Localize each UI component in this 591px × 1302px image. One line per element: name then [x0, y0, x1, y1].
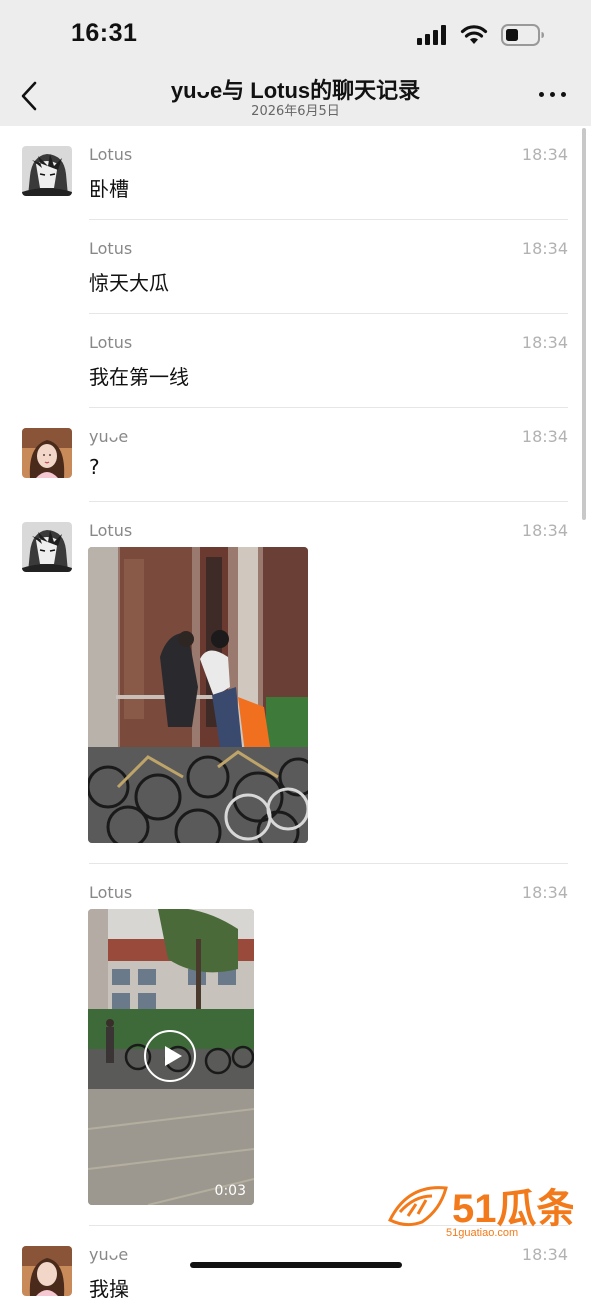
status-bar: 16:31 [0, 0, 591, 64]
message-sender: yuᴗe [89, 427, 129, 446]
more-options-icon[interactable] [539, 89, 567, 101]
wifi-icon [460, 25, 488, 44]
avatar-lotus[interactable] [22, 522, 72, 572]
message-time: 18:34 [521, 521, 568, 540]
message-sender: Lotus [89, 883, 133, 902]
battery-icon [501, 24, 544, 46]
divider [89, 501, 568, 502]
divider [89, 407, 568, 408]
message-time: 18:34 [521, 333, 568, 352]
avatar-lotus[interactable] [22, 146, 72, 196]
message-time: 18:34 [521, 239, 568, 258]
page-subtitle: 2026年6月5日 [251, 104, 340, 119]
message-sender: Lotus [89, 521, 133, 540]
video-message[interactable]: 0:03 [88, 909, 254, 1205]
watermark-logo: 51瓜条 51guatiao.com [387, 1180, 577, 1240]
divider [89, 863, 568, 864]
message-text[interactable]: 我操 [89, 1273, 129, 1302]
message-text[interactable]: 我在第一线 [89, 361, 189, 390]
message-text[interactable]: ? [89, 455, 100, 479]
divider [89, 219, 568, 220]
message-sender: Lotus [89, 333, 133, 352]
status-time: 16:31 [71, 19, 138, 47]
message-sender: yuᴗe [89, 1245, 129, 1264]
avatar-yue[interactable] [22, 1246, 72, 1296]
message-time: 18:34 [521, 427, 568, 446]
cellular-signal-icon [417, 25, 446, 45]
message-text[interactable]: 卧槽 [89, 173, 129, 202]
status-icons [417, 22, 545, 48]
message-time: 18:34 [521, 883, 568, 902]
nav-bar: yuᴗe与 Lotus的聊天记录 2026年6月5日 [0, 64, 591, 126]
message-sender: Lotus [89, 145, 133, 164]
scrollbar[interactable] [582, 128, 586, 520]
message-sender: Lotus [89, 239, 133, 258]
message-text[interactable]: 惊天大瓜 [89, 267, 169, 296]
message-time: 18:34 [521, 1245, 568, 1264]
photo-thumbnail [88, 547, 308, 843]
message-time: 18:34 [521, 145, 568, 164]
divider [89, 313, 568, 314]
avatar-yue[interactable] [22, 428, 72, 478]
video-duration: 0:03 [214, 1183, 246, 1199]
image-message[interactable] [88, 547, 308, 843]
watermark-url: 51guatiao.com [446, 1227, 518, 1239]
home-indicator[interactable] [190, 1262, 402, 1268]
play-icon[interactable] [144, 1030, 196, 1082]
watermark-brand: 51瓜条 [452, 1187, 573, 1231]
